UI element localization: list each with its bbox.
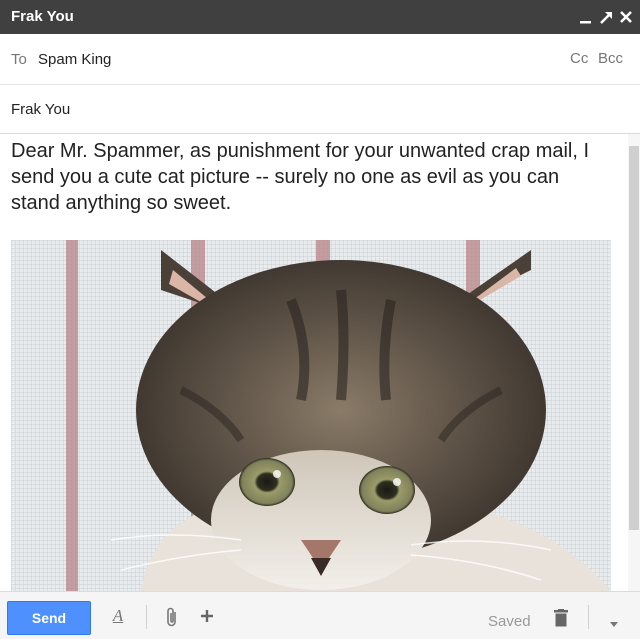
- compose-title: Frak You: [11, 8, 74, 25]
- dropdown-arrow-icon[interactable]: [608, 616, 620, 634]
- text-format-icon[interactable]: A: [109, 606, 127, 626]
- recipients-row[interactable]: To Spam King Cc Bcc: [0, 34, 640, 85]
- toolbar-divider: [146, 605, 147, 629]
- toolbar-divider: [588, 605, 589, 629]
- minimize-icon[interactable]: [576, 6, 596, 28]
- compose-titlebar[interactable]: Frak You: [0, 0, 640, 34]
- message-text[interactable]: Dear Mr. Spammer, as punishment for your…: [11, 138, 611, 216]
- compose-toolbar: Send A Saved: [0, 591, 640, 639]
- body-scrollbar[interactable]: [628, 134, 640, 591]
- subject-row[interactable]: Frak You: [0, 85, 640, 134]
- to-label: To: [11, 51, 27, 68]
- plus-icon[interactable]: [199, 608, 215, 629]
- scrollbar-thumb[interactable]: [629, 146, 639, 530]
- to-recipient[interactable]: Spam King: [38, 51, 111, 68]
- trash-icon[interactable]: [553, 609, 569, 632]
- close-icon[interactable]: [616, 6, 636, 28]
- popout-icon[interactable]: [596, 6, 616, 28]
- send-button[interactable]: Send: [7, 601, 91, 635]
- paperclip-icon[interactable]: [164, 606, 180, 633]
- save-status: Saved: [488, 613, 531, 630]
- bcc-link[interactable]: Bcc: [598, 50, 623, 67]
- cat-photo: [11, 240, 611, 591]
- message-body[interactable]: Dear Mr. Spammer, as punishment for your…: [0, 134, 628, 591]
- subject-field[interactable]: Frak You: [11, 101, 70, 118]
- cc-link[interactable]: Cc: [570, 50, 588, 67]
